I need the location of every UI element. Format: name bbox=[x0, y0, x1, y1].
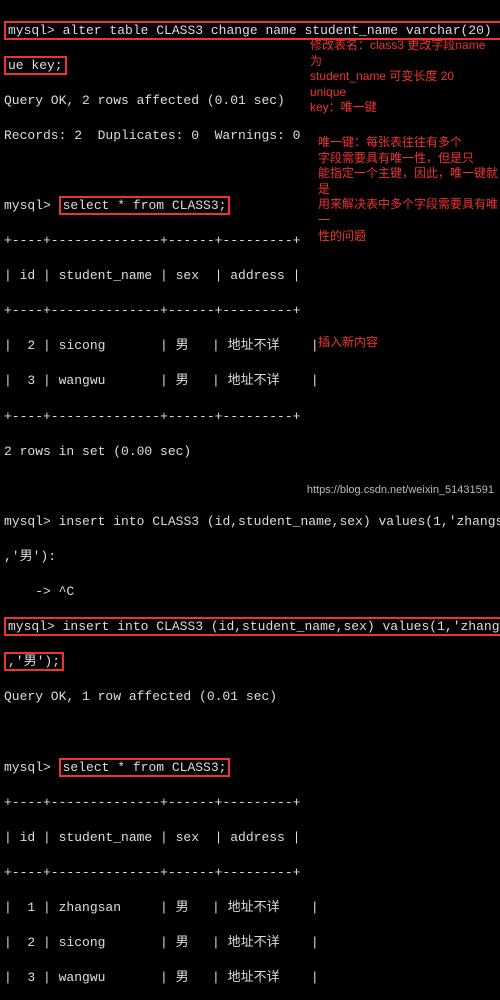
table-row: | 3 | wangwu | 男 | 地址不详 | bbox=[4, 969, 496, 987]
table-sep: +----+--------------+------+---------+ bbox=[4, 302, 496, 320]
annotation-1: 修改表名：class3 更改字段name为 student_name 可变长度 … bbox=[310, 38, 490, 116]
annotation-2: 唯一键：每张表往往有多个 字段需要具有唯一性，但是只 能指定一个主键，因此，唯一… bbox=[318, 135, 498, 244]
cmd-insert1-l2: ,'男'): bbox=[4, 548, 496, 566]
table-row: | 2 | sicong | 男 | 地址不详 | bbox=[4, 934, 496, 952]
table-sep: +----+--------------+------+---------+ bbox=[4, 408, 496, 426]
highlight-box: select * from CLASS3; bbox=[59, 196, 231, 215]
highlight-box: ,'男'); bbox=[4, 652, 64, 671]
highlight-box: ue key; bbox=[4, 56, 67, 75]
table-row: | 1 | zhangsan | 男 | 地址不详 | bbox=[4, 899, 496, 917]
table-sep: +----+--------------+------+---------+ bbox=[4, 794, 496, 812]
highlight-box: mysql> insert into CLASS3 (id,student_na… bbox=[4, 617, 500, 636]
watermark: https://blog.csdn.net/weixin_51431591 bbox=[307, 484, 494, 496]
annotation-3: 插入新内容 bbox=[318, 335, 438, 351]
table-header: | id | student_name | sex | address | bbox=[4, 267, 496, 285]
table-row: | 3 | wangwu | 男 | 地址不详 | bbox=[4, 372, 496, 390]
cmd-insert1-cont: -> ^C bbox=[4, 583, 496, 601]
table-header: | id | student_name | sex | address | bbox=[4, 829, 496, 847]
cmd-insert2-l2: ,'男'); bbox=[4, 653, 496, 671]
cmd-alter-line1[interactable]: mysql> alter table CLASS3 change name st… bbox=[4, 22, 496, 40]
result-line: 2 rows in set (0.00 sec) bbox=[4, 443, 496, 461]
cmd-select2[interactable]: mysql> select * from CLASS3; bbox=[4, 759, 496, 777]
table-sep: +----+--------------+------+---------+ bbox=[4, 864, 496, 882]
blank-line bbox=[4, 723, 496, 741]
highlight-box: select * from CLASS3; bbox=[59, 758, 231, 777]
cmd-insert1-l1[interactable]: mysql> insert into CLASS3 (id,student_na… bbox=[4, 513, 496, 531]
result-line: Query OK, 1 row affected (0.01 sec) bbox=[4, 688, 496, 706]
highlight-box: mysql> alter table CLASS3 change name st… bbox=[4, 21, 500, 40]
cmd-insert2-l1[interactable]: mysql> insert into CLASS3 (id,student_na… bbox=[4, 618, 496, 636]
